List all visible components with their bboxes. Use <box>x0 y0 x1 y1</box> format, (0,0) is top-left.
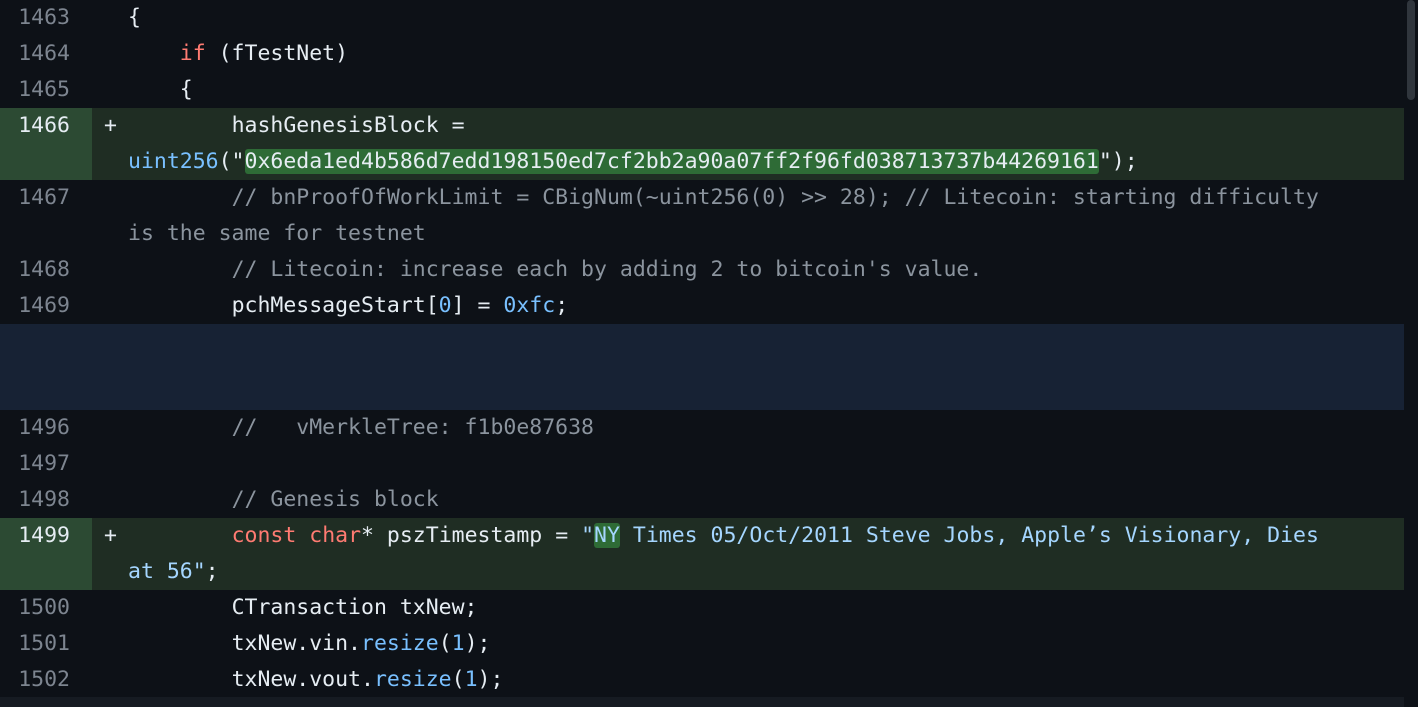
code-token: (fTestNet) <box>205 41 349 66</box>
line-number[interactable]: 1463 <box>0 0 92 36</box>
code-token: // Litecoin: increase each by adding 2 t… <box>231 257 983 282</box>
code-token: ); <box>477 667 504 692</box>
code-token: ; <box>555 293 569 318</box>
code-keyword: char <box>309 523 362 548</box>
code-string: " <box>581 523 595 548</box>
code-token: { <box>128 5 141 30</box>
code-token: txNew.vout. <box>231 667 374 692</box>
diff-sign <box>92 590 128 626</box>
code-token: CTransaction txNew; <box>231 595 478 620</box>
diff-line-added: 1466 + hashGenesisBlock = uint256("0x6ed… <box>0 108 1404 180</box>
diff-sign <box>92 0 128 36</box>
code-token: // bnProofOfWorkLimit = CBigNum(~uint256… <box>128 185 1332 246</box>
bottom-border <box>0 697 1404 707</box>
diff-line-added: 1499 + const char* pszTimestamp = "NY Ti… <box>0 518 1404 590</box>
diff-line: 1497 <box>0 446 1404 482</box>
code-comment: // Genesis block <box>128 482 1404 518</box>
code-text: hashGenesisBlock = uint256("0x6eda1ed4b5… <box>128 108 1404 180</box>
diff-sign: + <box>104 113 117 138</box>
code-token: ( <box>451 667 465 692</box>
diff-line: 1464 if (fTestNet) <box>0 36 1404 72</box>
diff-line: 1467 // bnProofOfWorkLimit = CBigNum(~ui… <box>0 180 1404 252</box>
code-comment: // vMerkleTree: f1b0e87638 <box>128 410 1404 446</box>
code-text: pchMessageStart[0] = 0xfc; <box>128 288 1404 324</box>
highlighted-change: 0x6eda1ed4b586d7edd198150ed7cf2bb2a90a07… <box>244 149 1099 174</box>
code-number: 1 <box>451 631 465 656</box>
diff-sign <box>92 72 128 108</box>
diff-code-view: 1463 { 1464 if (fTestNet) 1465 { 1466 + … <box>0 0 1404 698</box>
code-token: ; <box>205 559 219 584</box>
diff-line: 1502 txNew.vout.resize(1); <box>0 662 1404 698</box>
code-text: { <box>128 72 1404 108</box>
code-number: 0xfc <box>503 293 556 318</box>
scrollbar-thumb[interactable] <box>1407 0 1415 100</box>
diff-sign <box>92 482 128 518</box>
code-token: // vMerkleTree: f1b0e87638 <box>231 415 594 440</box>
diff-sign: + <box>104 523 117 548</box>
diff-line: 1500 CTransaction txNew; <box>0 590 1404 626</box>
line-number[interactable]: 1465 <box>0 72 92 108</box>
line-number[interactable]: 1498 <box>0 482 92 518</box>
diff-sign <box>92 626 128 662</box>
code-text: const char* pszTimestamp = "NY Times 05/… <box>128 518 1404 590</box>
code-token: pchMessageStart[ <box>231 293 439 318</box>
line-number[interactable]: 1502 <box>0 662 92 698</box>
line-number[interactable]: 1467 <box>0 180 92 252</box>
diff-line: 1501 txNew.vin.resize(1); <box>0 626 1404 662</box>
diff-line: 1468 // Litecoin: increase each by addin… <box>0 252 1404 288</box>
code-function: resize <box>373 667 452 692</box>
code-token: ( <box>438 631 452 656</box>
code-token: ); <box>464 631 491 656</box>
line-number[interactable]: 1499 <box>0 518 92 590</box>
code-token: * pszTimestamp = <box>361 523 582 548</box>
code-function: uint256 <box>128 149 219 174</box>
hunk-expander[interactable] <box>0 324 1404 410</box>
highlighted-change: NY <box>594 523 620 548</box>
diff-line: 1469 pchMessageStart[0] = 0xfc; <box>0 288 1404 324</box>
diff-sign <box>92 288 128 324</box>
code-text: CTransaction txNew; <box>128 590 1404 626</box>
code-text: { <box>128 0 1404 36</box>
code-comment: // Litecoin: increase each by adding 2 t… <box>128 252 1404 288</box>
line-number[interactable]: 1464 <box>0 36 92 72</box>
diff-viewer: { "lines": { "l1463": {"num": "1463", "t… <box>0 0 1418 707</box>
code-comment: // bnProofOfWorkLimit = CBigNum(~uint256… <box>128 180 1404 252</box>
code-token: (" <box>218 149 245 174</box>
code-number: 1 <box>464 667 478 692</box>
diff-sign <box>92 252 128 288</box>
line-number[interactable]: 1466 <box>0 108 92 180</box>
code-token: { <box>179 77 193 102</box>
code-text: txNew.vout.resize(1); <box>128 662 1404 698</box>
line-number[interactable]: 1468 <box>0 252 92 288</box>
diff-sign <box>92 180 128 252</box>
diff-line: 1465 { <box>0 72 1404 108</box>
line-number[interactable]: 1497 <box>0 446 92 482</box>
line-number[interactable]: 1500 <box>0 590 92 626</box>
code-keyword: if <box>179 41 206 66</box>
diff-line: 1496 // vMerkleTree: f1b0e87638 <box>0 410 1404 446</box>
line-number[interactable]: 1496 <box>0 410 92 446</box>
code-token: // Genesis block <box>231 487 439 512</box>
code-number: 0 <box>438 293 452 318</box>
code-token: "); <box>1098 149 1138 174</box>
line-number[interactable]: 1469 <box>0 288 92 324</box>
code-text: txNew.vin.resize(1); <box>128 626 1404 662</box>
vertical-scrollbar[interactable] <box>1404 0 1418 707</box>
code-token: txNew.vin. <box>231 631 362 656</box>
diff-sign <box>92 36 128 72</box>
code-token: ] = <box>451 293 504 318</box>
diff-line: 1463 { <box>0 0 1404 36</box>
line-number[interactable]: 1501 <box>0 626 92 662</box>
code-text: if (fTestNet) <box>128 36 1404 72</box>
code-token: hashGenesisBlock = <box>231 113 465 138</box>
diff-sign <box>92 410 128 446</box>
code-function: resize <box>361 631 439 656</box>
diff-line: 1498 // Genesis block <box>0 482 1404 518</box>
diff-sign <box>92 662 128 698</box>
code-keyword: const <box>231 523 297 548</box>
diff-sign <box>92 446 128 482</box>
